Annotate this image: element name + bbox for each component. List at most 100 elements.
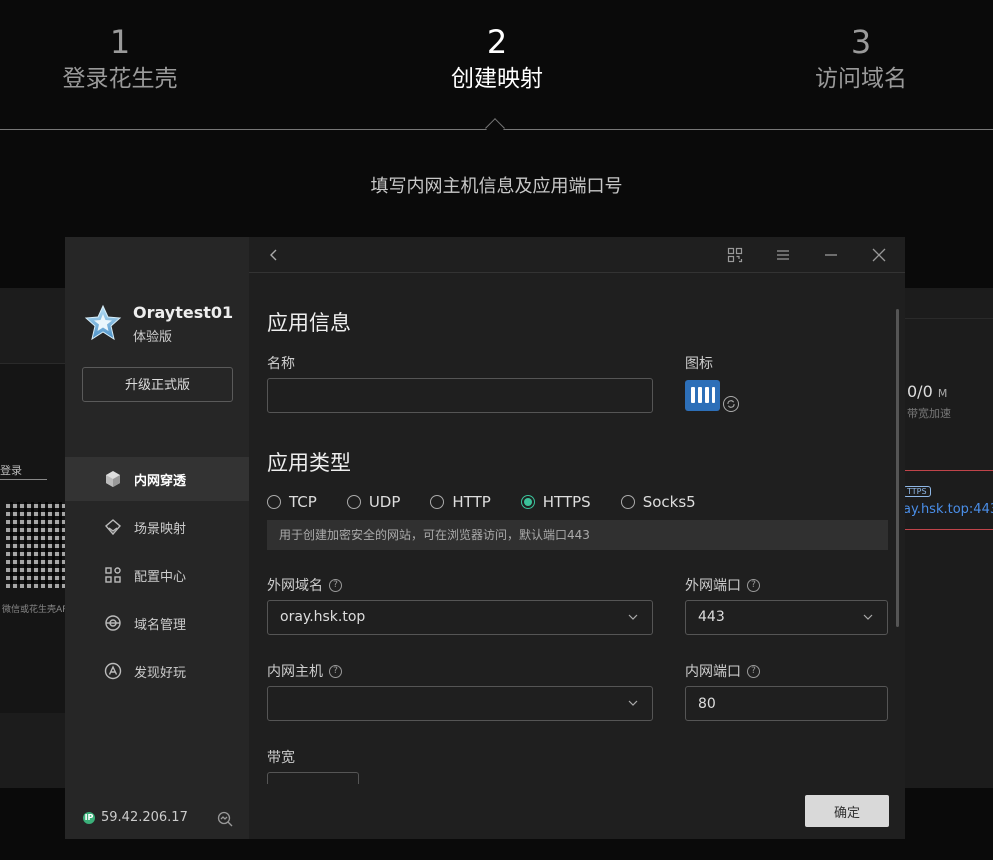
sidebar-item-domain[interactable]: 域名管理 bbox=[65, 601, 249, 645]
radio-label: TCP bbox=[289, 493, 317, 511]
int-host-label: 内网主机? bbox=[267, 661, 342, 681]
minimize-icon[interactable] bbox=[823, 247, 839, 263]
app-type-radio-group: TCP UDP HTTP HTTPS Socks5 bbox=[267, 493, 726, 511]
sidebar-item-discover[interactable]: 发现好玩 bbox=[65, 649, 249, 693]
bandwidth-label-text: 带宽 bbox=[267, 750, 295, 766]
radio-circle bbox=[346, 495, 361, 509]
window-titlebar bbox=[249, 237, 905, 273]
change-icon-refresh-icon[interactable] bbox=[723, 396, 739, 412]
radio-udp[interactable]: UDP bbox=[346, 493, 401, 511]
sidebar-item-label: 配置中心 bbox=[134, 569, 187, 585]
diagnose-zoom-icon[interactable] bbox=[217, 811, 233, 827]
active-step-caret bbox=[485, 118, 505, 138]
radio-tcp[interactable]: TCP bbox=[267, 493, 317, 511]
background-protocol-badge: TTPS bbox=[903, 486, 931, 497]
speed-value: 0/0 bbox=[907, 382, 933, 401]
name-label-text: 名称 bbox=[267, 356, 295, 372]
name-label: 名称 bbox=[267, 353, 295, 373]
chevron-down-icon bbox=[863, 614, 873, 620]
step-subtitle: 填写内网主机信息及应用端口号 bbox=[370, 176, 623, 197]
scene-icon bbox=[104, 518, 122, 536]
bandwidth-input[interactable] bbox=[267, 772, 359, 784]
step-1: 1 登录花生壳 bbox=[55, 22, 185, 94]
background-highlight-top bbox=[900, 470, 993, 471]
ip-status: IP 59.42.206.17 bbox=[83, 810, 188, 825]
ext-port-value: 443 bbox=[698, 609, 725, 625]
bandwidth-label: 带宽 bbox=[267, 747, 295, 767]
radio-circle bbox=[430, 495, 445, 509]
sidebar-item-label: 域名管理 bbox=[134, 617, 187, 633]
background-url: ay.hsk.top:443 bbox=[903, 502, 993, 517]
qr-scan-icon[interactable] bbox=[727, 247, 743, 263]
int-host-select[interactable] bbox=[267, 686, 653, 721]
app-icon-bar bbox=[705, 387, 709, 403]
step-2: 2 创建映射 bbox=[432, 22, 562, 94]
background-divider bbox=[900, 318, 993, 319]
ext-port-label-text: 外网端口 bbox=[685, 578, 741, 594]
app-icon-bar bbox=[698, 387, 702, 403]
icon-label: 图标 bbox=[685, 353, 713, 373]
domain-icon bbox=[104, 614, 122, 632]
speed-unit: M bbox=[937, 387, 948, 400]
background-qr-caption: 微信或花生壳APP bbox=[2, 605, 74, 615]
confirm-button[interactable]: 确定 bbox=[805, 795, 889, 827]
radio-http[interactable]: HTTP bbox=[430, 493, 491, 511]
radio-circle bbox=[620, 495, 635, 509]
step-label: 访问域名 bbox=[815, 66, 907, 92]
int-port-input[interactable] bbox=[685, 686, 888, 721]
step-number: 3 bbox=[850, 23, 872, 61]
ext-domain-select[interactable]: oray.hsk.top bbox=[267, 600, 653, 635]
cube-icon bbox=[104, 470, 122, 488]
scrollbar[interactable] bbox=[896, 309, 899, 627]
sidebar-item-label: 内网穿透 bbox=[134, 473, 187, 489]
qr-code-icon bbox=[6, 502, 66, 588]
sidebar-item-label: 发现好玩 bbox=[134, 665, 187, 681]
upgrade-button[interactable]: 升级正式版 bbox=[82, 367, 233, 402]
ext-domain-label-text: 外网域名 bbox=[267, 578, 323, 594]
menu-icon[interactable] bbox=[775, 247, 791, 263]
help-icon[interactable]: ? bbox=[747, 578, 760, 592]
close-icon[interactable] bbox=[871, 247, 887, 263]
app-info-title: 应用信息 bbox=[267, 311, 351, 335]
int-port-label: 内网端口? bbox=[685, 661, 760, 681]
app-type-title: 应用类型 bbox=[267, 451, 351, 475]
step-3: 3 访问域名 bbox=[796, 22, 926, 94]
step-number: 1 bbox=[109, 23, 131, 61]
icon-label-text: 图标 bbox=[685, 356, 713, 372]
help-icon[interactable]: ? bbox=[329, 664, 342, 678]
sidebar-item-intranet[interactable]: 内网穿透 bbox=[65, 457, 249, 501]
background-speed: 0/0 M bbox=[907, 382, 947, 401]
step-label: 创建映射 bbox=[451, 66, 543, 92]
radio-label: HTTPS bbox=[542, 493, 591, 511]
app-icon-preview[interactable] bbox=[685, 380, 720, 411]
step-label: 登录花生壳 bbox=[62, 66, 178, 92]
ext-domain-value: oray.hsk.top bbox=[280, 609, 366, 625]
radio-socks5[interactable]: Socks5 bbox=[620, 493, 696, 511]
app-type-hint: 用于创建加密安全的网站，可在浏览器访问，默认端口443 bbox=[267, 520, 888, 550]
sidebar-item-label: 场景映射 bbox=[134, 521, 187, 537]
chevron-down-icon bbox=[628, 700, 638, 706]
radio-circle-checked bbox=[520, 495, 535, 509]
sidebar-item-config[interactable]: 配置中心 bbox=[65, 553, 249, 597]
app-window: Oraytest01 体验版 升级正式版 内网穿透 场景映射 配置中心 域名管理… bbox=[65, 237, 905, 839]
account-star-icon bbox=[84, 304, 122, 341]
background-tab-underline bbox=[0, 479, 47, 480]
background-app-left: 登录 微信或花生壳APP bbox=[0, 288, 74, 788]
back-icon[interactable] bbox=[266, 247, 282, 263]
ext-port-label: 外网端口? bbox=[685, 575, 760, 595]
discover-icon bbox=[104, 662, 122, 680]
name-input[interactable] bbox=[267, 378, 653, 413]
app-icon-bar bbox=[691, 387, 695, 403]
help-icon[interactable]: ? bbox=[329, 578, 342, 592]
app-icon-bar bbox=[712, 387, 715, 403]
help-icon[interactable]: ? bbox=[747, 664, 760, 678]
background-speed-label: 带宽加速 bbox=[907, 407, 951, 420]
radio-label: UDP bbox=[368, 493, 401, 511]
radio-https[interactable]: HTTPS bbox=[520, 493, 591, 511]
background-app-right: 0/0 M 带宽加速 TTPS ay.hsk.top:443 bbox=[900, 288, 993, 788]
account-edition: 体验版 bbox=[133, 330, 173, 345]
ext-port-select[interactable]: 443 bbox=[685, 600, 888, 635]
sidebar-item-scene[interactable]: 场景映射 bbox=[65, 505, 249, 549]
chevron-down-icon bbox=[628, 614, 638, 620]
ip-address: 59.42.206.17 bbox=[101, 810, 188, 825]
